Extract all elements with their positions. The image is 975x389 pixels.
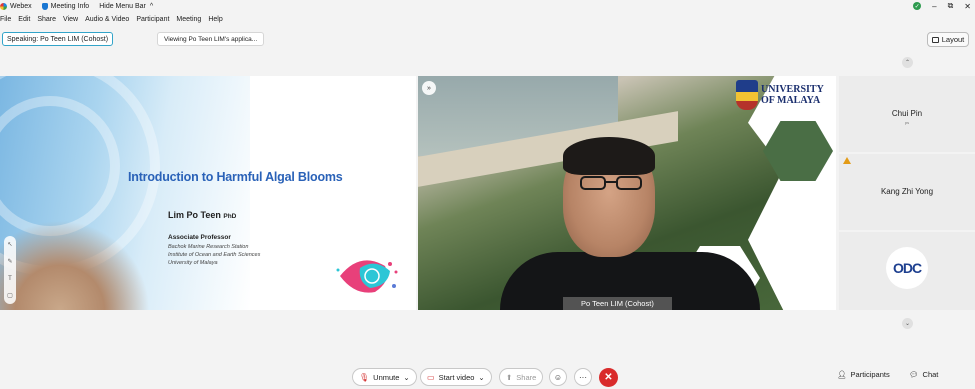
more-icon: ··· — [579, 372, 587, 382]
layout-label: Layout — [941, 35, 965, 44]
video-options-icon[interactable]: » — [422, 81, 436, 95]
university-crest-icon — [736, 80, 758, 110]
erase-tool-icon[interactable]: ▢ — [7, 292, 13, 299]
university-logo: UNIVERSITY OF MALAYA — [736, 80, 824, 110]
university-logo-line1: UNIVERSITY — [761, 84, 824, 95]
speaking-indicator: Speaking: Po Teen LIM (Cohost) — [2, 32, 114, 46]
close-icon: ✕ — [604, 372, 613, 383]
slide-title: Introduction to Harmful Algal Blooms — [128, 170, 343, 184]
share-button[interactable]: ⬆ Share — [499, 368, 544, 386]
sharing-notice[interactable]: Viewing Po Teen LIM's applica... — [157, 32, 265, 46]
share-icon: ⬆ — [506, 372, 513, 382]
participant-subtext: ps — [904, 120, 910, 125]
avatar: ODC — [886, 247, 928, 289]
unmute-label: Unmute — [373, 372, 400, 382]
participant-name: Kang Zhi Yong — [880, 187, 934, 196]
slide-institution-line: Institute of Ocean and Earth Sciences — [168, 252, 261, 258]
smiley-icon: ☺ — [553, 372, 563, 382]
meeting-controls-bar: 🎙︎ Unmute ⌄ ▭ Start video ⌄ ⬆ Share ☺ ··… — [0, 362, 975, 389]
leave-meeting-button[interactable]: ✕ — [599, 368, 618, 387]
video-off-icon: ▭ — [427, 372, 435, 382]
layout-icon — [931, 36, 939, 43]
video-background-panel — [748, 76, 836, 310]
menu-bar: File Edit Share View Audio & Video Parti… — [0, 13, 230, 25]
speaker-glasses — [580, 176, 642, 190]
meeting-info-label: Meeting Info — [50, 2, 90, 10]
menu-participant[interactable]: Participant — [136, 16, 169, 23]
speaker-hair — [563, 137, 655, 175]
app-title: Webex — [0, 2, 32, 10]
slide-author-role: Associate Professor — [168, 234, 231, 241]
menu-view[interactable]: View — [63, 16, 78, 23]
app-name: Webex — [10, 2, 32, 10]
menu-audio-video[interactable]: Audio & Video — [85, 16, 129, 23]
speaking-label: Speaking: — [7, 35, 39, 43]
menu-share[interactable]: Share — [37, 16, 56, 23]
chat-label: Chat — [922, 370, 939, 379]
video-name-tag: Po Teen LIM (Cohost) — [563, 297, 672, 310]
slide-logo-graphic — [336, 260, 398, 293]
slide-institution-line: University of Malaya — [168, 260, 218, 266]
title-bar: Webex Meeting Info Hide Menu Bar ^ — [0, 0, 975, 12]
restore-button[interactable]: ⧉ — [948, 1, 954, 11]
participant-tile[interactable]: Chui Pin ps — [839, 76, 975, 152]
annotation-toolbar: ↖ ✎ T ▢ — [4, 236, 16, 304]
coral-image — [0, 220, 150, 310]
participants-label: Participants — [850, 370, 890, 379]
hide-menu-bar-button[interactable]: Hide Menu Bar ^ — [99, 3, 153, 10]
start-video-button[interactable]: ▭ Start video ⌄ — [420, 368, 492, 386]
chevron-down-icon[interactable]: ⌄ — [403, 373, 409, 382]
warning-icon — [843, 157, 851, 164]
participants-button[interactable]: 👤︎ Participants — [837, 370, 890, 379]
shield-icon — [41, 2, 48, 10]
participant-tile[interactable]: Kang Zhi Yong — [839, 154, 975, 230]
microphone-muted-icon: 🎙︎ — [359, 372, 370, 382]
menu-edit[interactable]: Edit — [18, 16, 30, 23]
menu-help[interactable]: Help — [208, 16, 222, 23]
presence-status-icon[interactable]: ✓ — [913, 2, 922, 10]
university-logo-text: UNIVERSITY OF MALAYA — [761, 84, 824, 106]
slide-author: Lim Po Teen PhD — [168, 210, 236, 220]
webex-logo-icon — [0, 2, 7, 10]
pointer-tool-icon[interactable]: ↖ — [7, 241, 12, 248]
window-controls: ✓ – ⧉ ✕ — [913, 0, 971, 12]
menu-meeting[interactable]: Meeting — [176, 16, 201, 23]
chat-icon: 💬︎ — [909, 370, 919, 379]
layout-button[interactable]: Layout — [927, 32, 969, 47]
sharing-notice-text: Viewing Po Teen LIM's applica... — [164, 35, 258, 43]
speaking-name: Po Teen LIM (Cohost) — [40, 35, 109, 43]
participant-name: Chui Pin — [891, 109, 923, 118]
start-video-label: Start video — [438, 372, 475, 382]
university-logo-line2: OF MALAYA — [761, 95, 821, 106]
slide-institution-line: Bachok Marine Research Station — [168, 244, 249, 250]
meeting-info-button[interactable]: Meeting Info — [41, 2, 90, 10]
menu-file[interactable]: File — [0, 16, 11, 23]
scroll-up-icon[interactable]: ⌃ — [902, 57, 913, 68]
share-label: Share — [516, 372, 537, 382]
chat-button[interactable]: 💬︎ Chat — [909, 370, 938, 379]
chevron-down-icon[interactable]: ⌄ — [478, 373, 484, 382]
slide-author-suffix: PhD — [223, 213, 237, 220]
draw-tool-icon[interactable]: ✎ — [7, 258, 12, 265]
text-tool-icon[interactable]: T — [8, 276, 12, 282]
chevron-up-icon: ^ — [149, 2, 154, 10]
unmute-button[interactable]: 🎙︎ Unmute ⌄ — [352, 368, 417, 386]
hide-menu-bar-label: Hide Menu Bar — [99, 2, 146, 10]
minimize-button[interactable]: – — [932, 2, 936, 11]
scroll-down-icon[interactable]: ⌄ — [902, 318, 913, 329]
close-button[interactable]: ✕ — [964, 2, 971, 11]
slide-author-name: Lim Po Teen — [168, 210, 221, 220]
more-options-button[interactable]: ··· — [574, 368, 592, 386]
reactions-button[interactable]: ☺ — [549, 368, 567, 386]
participants-icon: 👤︎ — [837, 370, 847, 379]
